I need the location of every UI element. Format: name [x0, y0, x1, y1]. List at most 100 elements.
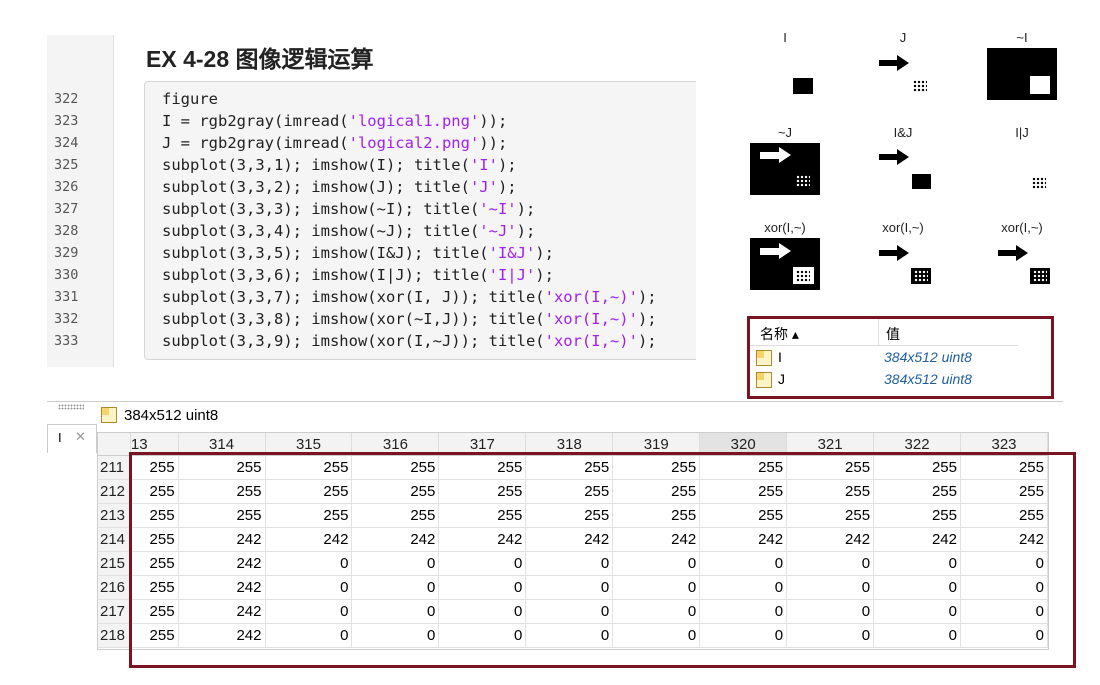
row-header[interactable]: 214 — [98, 527, 131, 552]
name-column-header[interactable]: 名称 ▴ — [760, 324, 799, 344]
grid-cell[interactable]: 0 — [960, 575, 1048, 600]
code-line[interactable]: subplot(3,3,4); imshow(~J); title('~J'); — [162, 220, 657, 242]
grid-cell[interactable]: 0 — [699, 575, 788, 600]
column-header[interactable]: 315 — [265, 433, 353, 456]
grid-cell[interactable]: 0 — [525, 551, 614, 576]
column-header[interactable]: 320 — [699, 433, 788, 456]
grid-cell[interactable]: 255 — [265, 503, 353, 528]
grid-cell[interactable]: 255 — [612, 479, 701, 504]
value-column-header[interactable]: 值 — [886, 324, 900, 344]
close-icon[interactable]: ✕ — [75, 429, 86, 445]
row-header[interactable]: 218 — [98, 623, 131, 648]
grid-cell[interactable]: 0 — [525, 575, 614, 600]
code-line[interactable]: subplot(3,3,9); imshow(xor(I,~J)); title… — [162, 330, 657, 352]
grid-cell[interactable]: 0 — [960, 623, 1048, 648]
column-header[interactable]: 317 — [438, 433, 527, 456]
column-header[interactable]: 321 — [786, 433, 875, 456]
grid-cell[interactable]: 0 — [960, 599, 1048, 624]
grid-cell[interactable]: 0 — [438, 599, 527, 624]
code-line[interactable]: subplot(3,3,3); imshow(~I); title('~I'); — [162, 198, 657, 220]
column-header[interactable]: 319 — [612, 433, 701, 456]
grid-cell[interactable]: 0 — [265, 575, 353, 600]
grid-cell[interactable]: 255 — [960, 503, 1048, 528]
grid-cell[interactable]: 0 — [960, 551, 1048, 576]
grid-cell[interactable]: 255 — [351, 479, 440, 504]
grid-cell[interactable]: 0 — [873, 551, 961, 576]
grid-cell[interactable]: 0 — [438, 575, 527, 600]
code-line[interactable]: subplot(3,3,1); imshow(I); title('I'); — [162, 154, 657, 176]
grid-cell[interactable]: 0 — [265, 551, 353, 576]
row-header[interactable]: 217 — [98, 599, 131, 624]
grid-cell[interactable]: 255 — [178, 479, 266, 504]
grid-cell[interactable]: 255 — [351, 503, 440, 528]
grid-cell[interactable]: 0 — [612, 623, 701, 648]
grid-cell[interactable]: 255 — [438, 479, 527, 504]
grid-cell[interactable]: 242 — [873, 527, 961, 552]
row-header[interactable]: 213 — [98, 503, 131, 528]
grid-cell[interactable]: 255 — [873, 503, 961, 528]
grid-cell[interactable]: 255 — [699, 479, 788, 504]
grid-cell[interactable]: 242 — [178, 623, 266, 648]
grid-cell[interactable]: 0 — [786, 551, 875, 576]
grid-cell[interactable]: 255 — [525, 503, 614, 528]
grid-cell[interactable]: 255 — [525, 455, 614, 480]
grid-cell[interactable]: 255 — [960, 455, 1048, 480]
row-header[interactable]: 211 — [98, 455, 131, 480]
grid-cell[interactable]: 242 — [265, 527, 353, 552]
grid-cell[interactable]: 255 — [960, 479, 1048, 504]
grid-cell[interactable]: 0 — [786, 599, 875, 624]
grid-cell[interactable]: 255 — [873, 479, 961, 504]
grid-cell[interactable]: 0 — [351, 599, 440, 624]
grid-cell[interactable]: 255 — [265, 479, 353, 504]
code-line[interactable]: subplot(3,3,6); imshow(I|J); title('I|J'… — [162, 264, 657, 286]
column-header[interactable]: 318 — [525, 433, 614, 456]
grid-cell[interactable]: 242 — [525, 527, 614, 552]
code-line[interactable]: subplot(3,3,8); imshow(xor(~I,J)); title… — [162, 308, 657, 330]
column-header[interactable]: 13 — [130, 433, 179, 456]
grid-cell[interactable]: 0 — [265, 623, 353, 648]
grid-cell[interactable]: 255 — [130, 503, 179, 528]
grid-cell[interactable]: 0 — [612, 599, 701, 624]
column-header[interactable]: 323 — [960, 433, 1048, 456]
grid-cell[interactable]: 0 — [873, 599, 961, 624]
grid-cell[interactable]: 0 — [265, 599, 353, 624]
grid-cell[interactable]: 0 — [699, 551, 788, 576]
grid-cell[interactable]: 0 — [612, 551, 701, 576]
column-header[interactable]: 316 — [351, 433, 440, 456]
grid-cell[interactable]: 255 — [351, 455, 440, 480]
grid-cell[interactable]: 0 — [525, 623, 614, 648]
grid-cell[interactable]: 242 — [178, 575, 266, 600]
grid-cell[interactable]: 255 — [130, 455, 179, 480]
grid-cell[interactable]: 0 — [351, 623, 440, 648]
grid-cell[interactable]: 242 — [178, 599, 266, 624]
grid-cell[interactable]: 255 — [786, 479, 875, 504]
grid-cell[interactable]: 242 — [612, 527, 701, 552]
grid-cell[interactable]: 0 — [786, 575, 875, 600]
column-divider[interactable] — [878, 319, 879, 345]
grid-cell[interactable]: 255 — [786, 455, 875, 480]
grid-cell[interactable]: 255 — [525, 479, 614, 504]
grid-cell[interactable]: 0 — [699, 623, 788, 648]
workspace-row-I[interactable]: I 384x512 uint8 — [750, 347, 1018, 369]
grid-cell[interactable]: 255 — [438, 503, 527, 528]
grid-cell[interactable]: 0 — [525, 599, 614, 624]
drag-handle-icon[interactable] — [58, 404, 84, 410]
grid-cell[interactable]: 242 — [351, 527, 440, 552]
grid-cell[interactable]: 0 — [438, 623, 527, 648]
grid-cell[interactable]: 255 — [265, 455, 353, 480]
variable-grid[interactable]: 13 314 315 316 317 318 319 320 321 322 323 211 255 2… — [97, 432, 1049, 650]
grid-cell[interactable]: 255 — [786, 503, 875, 528]
grid-cell[interactable]: 0 — [873, 623, 961, 648]
row-header[interactable]: 215 — [98, 551, 131, 576]
grid-cell[interactable]: 255 — [612, 503, 701, 528]
row-header[interactable]: 216 — [98, 575, 131, 600]
grid-cell[interactable]: 255 — [130, 599, 179, 624]
grid-cell[interactable]: 0 — [351, 551, 440, 576]
grid-cell[interactable]: 242 — [178, 551, 266, 576]
grid-cell[interactable]: 0 — [699, 599, 788, 624]
grid-cell[interactable]: 0 — [438, 551, 527, 576]
code-line[interactable]: I = rgb2gray(imread('logical1.png')); — [162, 110, 657, 132]
grid-cell[interactable]: 255 — [178, 455, 266, 480]
code-line[interactable]: J = rgb2gray(imread('logical2.png')); — [162, 132, 657, 154]
grid-cell[interactable]: 242 — [960, 527, 1048, 552]
